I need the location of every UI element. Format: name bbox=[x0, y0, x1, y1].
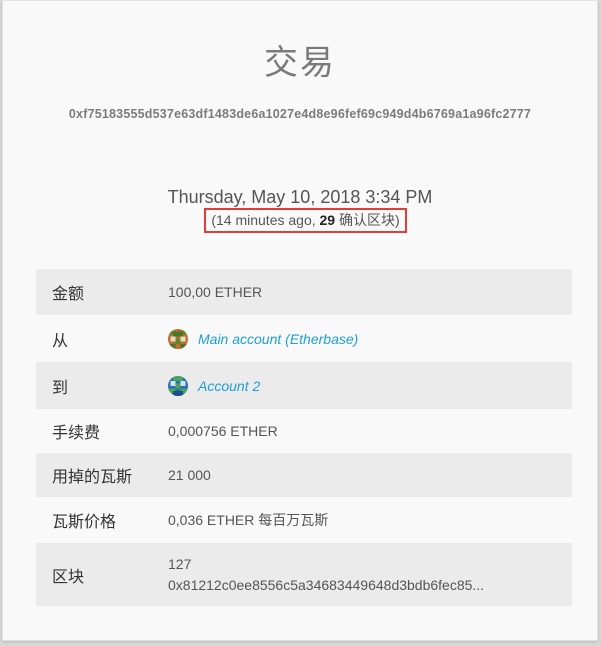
to-label: 到 bbox=[52, 379, 69, 397]
amount-value: 100,00 ETHER bbox=[168, 284, 263, 300]
confirmation-label: 确认区块 bbox=[335, 212, 395, 228]
block-value: 127 0x81212c0ee8556c5a34683449648d3bdb6f… bbox=[168, 554, 572, 596]
transaction-datetime: Thursday, May 10, 2018 3:34 PM bbox=[167, 187, 433, 207]
row-block: 区块 127 0x81212c0ee8556c5a34683449648d3bd… bbox=[36, 543, 572, 606]
gas-used-label: 用掉的瓦斯 bbox=[52, 469, 133, 486]
identicon-icon bbox=[168, 375, 188, 396]
row-amount: 金额 100,00 ETHER bbox=[36, 269, 572, 315]
row-from: 从 Main account (Etherbase) bbox=[36, 315, 572, 362]
gas-price-value: 0,036 ETHER 每百万瓦斯 bbox=[168, 512, 329, 528]
from-account: Main account (Etherbase) bbox=[168, 328, 572, 349]
gas-used-value: 21 000 bbox=[168, 467, 211, 483]
row-fee: 手续费 0,000756 ETHER bbox=[36, 409, 572, 453]
gas-price-label: 瓦斯价格 bbox=[52, 514, 117, 531]
page-title: 交易 bbox=[264, 43, 336, 83]
transaction-hash: 0xf75183555d537e63df1483de6a1027e4d8e96f… bbox=[68, 107, 532, 121]
fee-label: 手续费 bbox=[52, 425, 101, 442]
row-to: 到 Account 2 bbox=[36, 362, 572, 409]
from-label: 从 bbox=[52, 332, 69, 350]
to-account: Account 2 bbox=[168, 375, 572, 396]
time-ago: 14 minutes ago, bbox=[216, 212, 320, 228]
amount-label: 金额 bbox=[52, 286, 85, 303]
transaction-modal: 交易 0xf75183555d537e63df1483de6a1027e4d8e… bbox=[2, 0, 598, 641]
to-account-link[interactable]: Account 2 bbox=[198, 378, 260, 394]
confirmations-highlight: (14 minutes ago, 29 确认区块) bbox=[204, 208, 407, 233]
transaction-details-table: 金额 100,00 ETHER 从 Main account (Etherbas… bbox=[36, 269, 572, 606]
row-gas-price: 瓦斯价格 0,036 ETHER 每百万瓦斯 bbox=[36, 497, 572, 543]
identicon-icon bbox=[168, 328, 188, 349]
confirm-close-paren: ) bbox=[394, 212, 400, 228]
fee-value: 0,000756 ETHER bbox=[168, 423, 278, 439]
confirmation-count: 29 bbox=[319, 212, 336, 228]
from-account-link[interactable]: Main account (Etherbase) bbox=[198, 331, 358, 347]
block-hash: 0x81212c0ee8556c5a34683449648d3bdb6fec85… bbox=[168, 576, 485, 593]
row-gas-used: 用掉的瓦斯 21 000 bbox=[36, 453, 572, 497]
block-label: 区块 bbox=[52, 568, 85, 586]
block-number: 127 bbox=[168, 555, 192, 572]
